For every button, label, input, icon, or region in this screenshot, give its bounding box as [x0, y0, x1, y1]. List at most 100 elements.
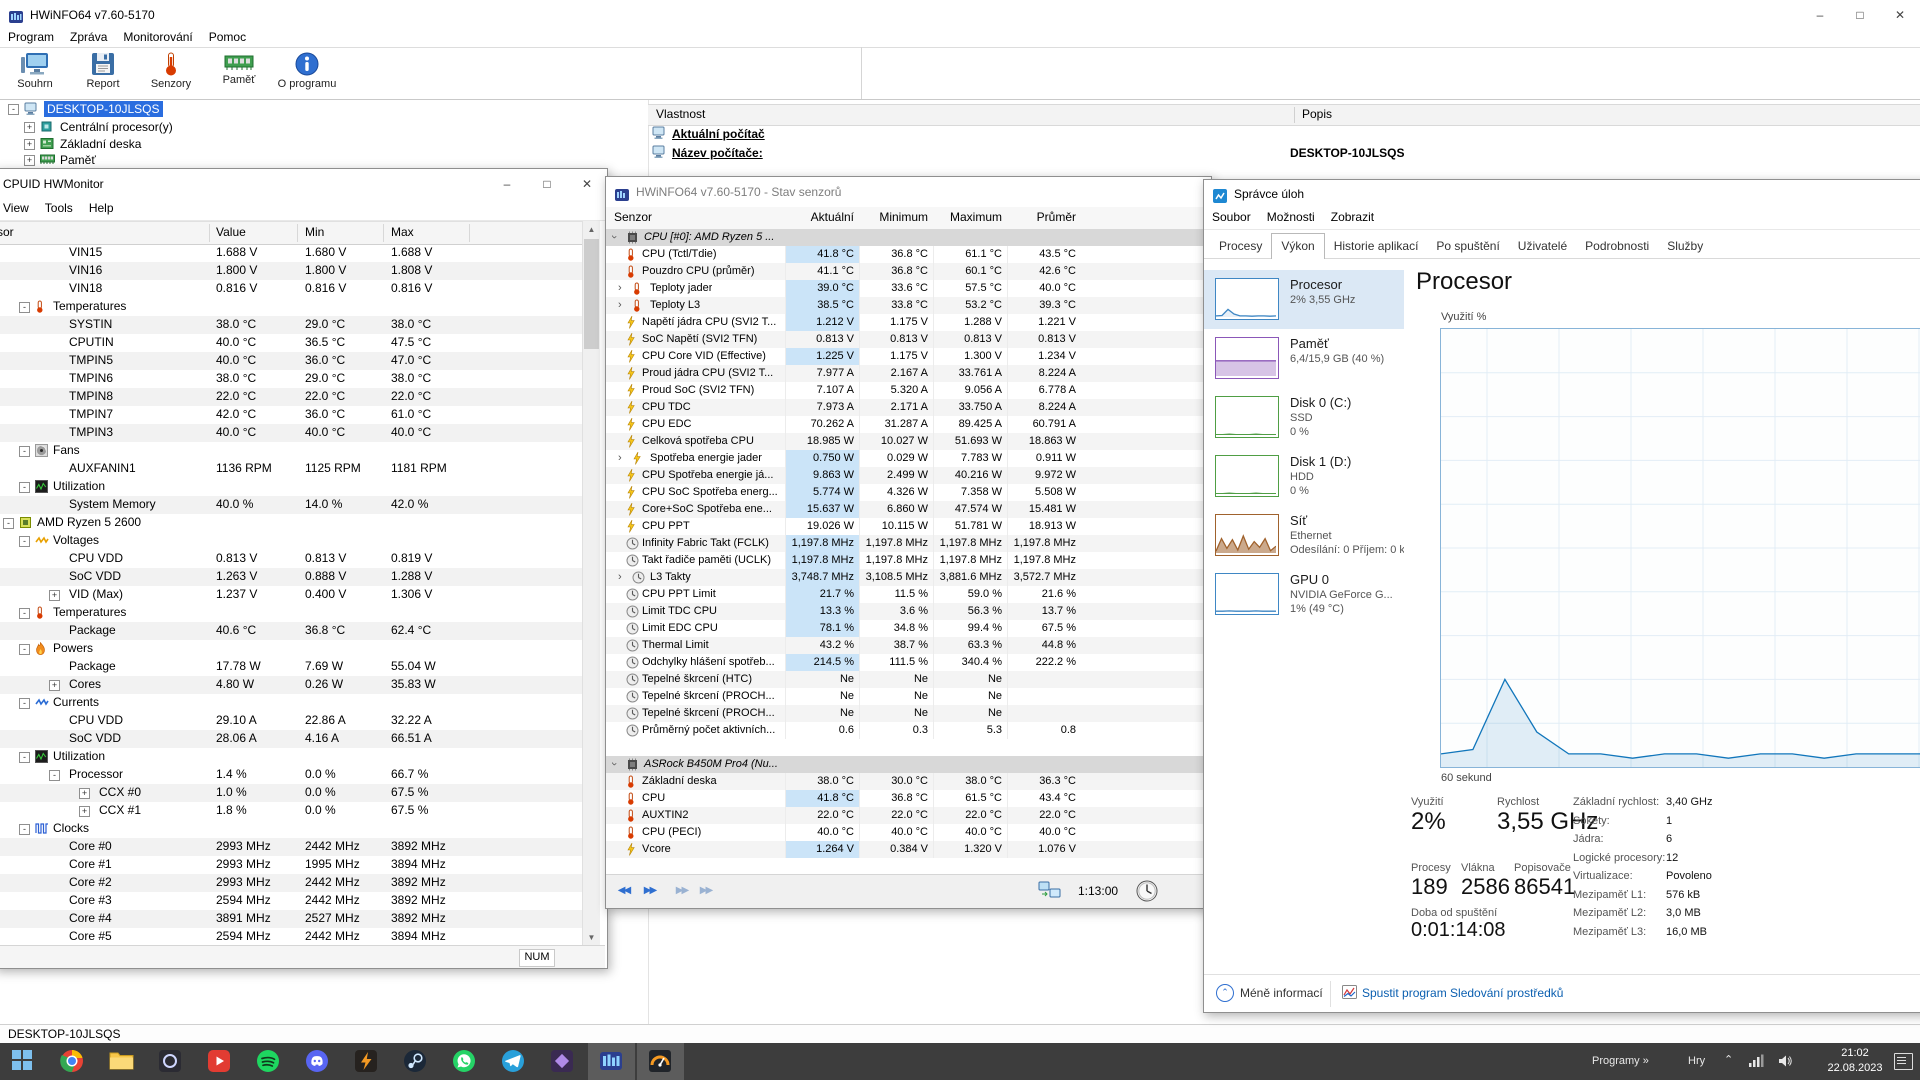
table-row[interactable]: Tepelné škrcení (HTC)NeNeNe: [606, 671, 1209, 688]
col-min[interactable]: Min: [305, 222, 324, 243]
table-row[interactable]: Package17.78 W7.69 W55.04 W: [0, 658, 583, 676]
tab-podrobnosti[interactable]: Podrobnosti: [1576, 234, 1658, 257]
taskbar-icon-spotify[interactable]: [245, 1043, 292, 1080]
table-row[interactable]: SoC Napětí (SVI2 TFN)0.813 V0.813 V0.813…: [606, 331, 1209, 348]
table-row[interactable]: Základní deska38.0 °C30.0 °C38.0 °C36.3 …: [606, 773, 1209, 790]
col-max[interactable]: Max: [391, 222, 414, 243]
taskbar-programs-label[interactable]: Programy »: [1592, 1055, 1649, 1067]
table-row[interactable]: Core #43891 MHz2527 MHz3892 MHz: [0, 910, 583, 928]
table-row[interactable]: Core #12993 MHz1995 MHz3894 MHz: [0, 856, 583, 874]
taskmgr-titlebar[interactable]: Správce úloh: [1204, 180, 1920, 208]
taskbar-clock[interactable]: 21:02 22.08.2023: [1816, 1046, 1894, 1076]
chevron-right-icon[interactable]: ›: [618, 297, 622, 313]
table-row[interactable]: CPU Core VID (Effective)1.225 V1.175 V1.…: [606, 348, 1209, 365]
hwinfo-menu-program[interactable]: Program: [0, 28, 62, 49]
table-row[interactable]: Proud jádra CPU (SVI2 T...7.977 A2.167 A…: [606, 365, 1209, 382]
sidebar-item-disk-1-d-[interactable]: Disk 1 (D:)HDD0 %: [1204, 447, 1404, 506]
toolbar-paměť[interactable]: Paměť: [206, 48, 272, 98]
taskbar-icon-chrome[interactable]: [49, 1043, 96, 1080]
table-row[interactable]: ›CPU [#0]: AMD Ryzen 5 ...: [606, 229, 1209, 246]
table-row[interactable]: CPU PPT Limit21.7 %11.5 %59.0 %21.6 %: [606, 586, 1209, 603]
volume-icon[interactable]: [1778, 1054, 1794, 1073]
sidebar-item-gpu-0[interactable]: GPU 0NVIDIA GeForce G...1% (49 °C): [1204, 565, 1404, 624]
hwinfo-menu-monitorování[interactable]: Monitorování: [115, 28, 200, 49]
table-row[interactable]: VIN161.800 V1.800 V1.808 V: [0, 262, 583, 280]
table-row[interactable]: Napětí jádra CPU (SVI2 T...1.212 V1.175 …: [606, 314, 1209, 331]
table-row[interactable]: +VID (Max)1.237 V0.400 V1.306 V: [0, 586, 583, 604]
table-row[interactable]: CPU PPT19.026 W10.115 W51.781 W18.913 W: [606, 518, 1209, 535]
expand-icon[interactable]: -: [19, 446, 30, 457]
expand-icon[interactable]: -: [19, 482, 30, 493]
expand-icon[interactable]: -: [3, 518, 14, 529]
sidebar-item-pam-[interactable]: Paměť6,4/15,9 GB (40 %): [1204, 329, 1404, 388]
table-row[interactable]: -Voltages: [0, 532, 583, 550]
table-row[interactable]: Celková spotřeba CPU18.985 W10.027 W51.6…: [606, 433, 1209, 450]
table-row[interactable]: Core+SoC Spotřeba ene...15.637 W6.860 W4…: [606, 501, 1209, 518]
table-row[interactable]: CPU VDD29.10 A22.86 A32.22 A: [0, 712, 583, 730]
taskbar-icon-discord[interactable]: [294, 1043, 341, 1080]
open-resource-monitor-link[interactable]: Spustit program Sledování prostředků: [1362, 986, 1563, 1000]
tab-po-spu-t-n-[interactable]: Po spuštění: [1427, 234, 1508, 257]
sidebar-item-disk-0-c-[interactable]: Disk 0 (C:)SSD0 %: [1204, 388, 1404, 447]
table-row[interactable]: -Temperatures: [0, 604, 583, 622]
minimize-icon[interactable]: –: [487, 169, 527, 199]
scrollbar-thumb[interactable]: [584, 239, 599, 349]
table-row[interactable]: +CCX #11.8 %0.0 %67.5 %: [0, 802, 583, 820]
nav-prev-icon[interactable]: ▶▶: [670, 880, 693, 903]
hwmonitor-menu-tools[interactable]: Tools: [37, 199, 81, 220]
table-row[interactable]: Takt řadiče paměti (UCLK)1,197.8 MHz1,19…: [606, 552, 1209, 569]
table-row[interactable]: TMPIN340.0 °C40.0 °C40.0 °C: [0, 424, 583, 442]
expand-icon[interactable]: -: [19, 608, 30, 619]
tab-procesy[interactable]: Procesy: [1210, 234, 1271, 257]
maximize-icon[interactable]: □: [527, 169, 567, 199]
hwinfo-menu-pomoc[interactable]: Pomoc: [201, 28, 254, 49]
hwmonitor-menu-view[interactable]: View: [0, 199, 37, 220]
network-icon[interactable]: [1748, 1054, 1764, 1073]
table-row[interactable]: CPU SoC Spotřeba energ...5.774 W4.326 W7…: [606, 484, 1209, 501]
table-row[interactable]: ›Teploty L338.5 °C33.8 °C53.2 °C39.3 °C: [606, 297, 1209, 314]
table-row[interactable]: Limit TDC CPU13.3 %3.6 %56.3 %13.7 %: [606, 603, 1209, 620]
taskbar-icon-telegram[interactable]: [490, 1043, 537, 1080]
table-row[interactable]: AUXTIN222.0 °C22.0 °C22.0 °C22.0 °C: [606, 807, 1209, 824]
clock-icon[interactable]: [1134, 878, 1160, 909]
table-row[interactable]: -Fans: [0, 442, 583, 460]
chevron-right-icon[interactable]: ›: [618, 569, 622, 585]
less-info-button[interactable]: Méně informací: [1240, 986, 1323, 1000]
close-icon[interactable]: ✕: [567, 169, 607, 199]
taskbar-icon-hwinfo[interactable]: [588, 1043, 635, 1080]
table-row[interactable]: TMPIN638.0 °C29.0 °C38.0 °C: [0, 370, 583, 388]
table-row[interactable]: Thermal Limit43.2 %38.7 %63.3 %44.8 %: [606, 637, 1209, 654]
expand-icon[interactable]: -: [19, 536, 30, 547]
table-row[interactable]: -Utilization: [0, 478, 583, 496]
maximize-icon[interactable]: □: [1840, 0, 1880, 30]
table-row[interactable]: Pouzdro CPU (průměr)41.1 °C36.8 °C60.1 °…: [606, 263, 1209, 280]
expand-icon[interactable]: -: [19, 824, 30, 835]
table-row[interactable]: ›ASRock B450M Pro4 (Nu...: [606, 756, 1209, 773]
nav-last-icon[interactable]: ▶▶: [638, 880, 661, 903]
nav-next-icon[interactable]: ▶▶: [694, 880, 717, 903]
table-row[interactable]: +Cores4.80 W0.26 W35.83 W: [0, 676, 583, 694]
toolbar-senzory[interactable]: Senzory: [138, 48, 204, 98]
sidebar-item-procesor[interactable]: Procesor2% 3,55 GHz: [1204, 270, 1404, 329]
table-row[interactable]: VIN180.816 V0.816 V0.816 V: [0, 280, 583, 298]
table-row[interactable]: CPU (PECI)40.0 °C40.0 °C40.0 °C40.0 °C: [606, 824, 1209, 841]
table-row[interactable]: Core #52594 MHz2442 MHz3894 MHz: [0, 928, 583, 946]
table-row[interactable]: SoC VDD28.06 A4.16 A66.51 A: [0, 730, 583, 748]
hwinfo-menu-zpráva[interactable]: Zpráva: [62, 28, 115, 49]
table-row[interactable]: TMPIN540.0 °C36.0 °C47.0 °C: [0, 352, 583, 370]
taskbar-icon-app-dark[interactable]: [147, 1043, 194, 1080]
table-row[interactable]: -Clocks: [0, 820, 583, 838]
col-vlastnost[interactable]: Vlastnost: [656, 105, 705, 124]
table-row[interactable]: Odchylky hlášení spotřeb...214.5 %111.5 …: [606, 654, 1209, 671]
action-center-icon[interactable]: [1894, 1053, 1913, 1070]
table-row[interactable]: Tepelné škrcení (PROCH...NeNeNe: [606, 705, 1209, 722]
scroll-up-icon[interactable]: ▲: [583, 221, 600, 238]
taskbar-icon-file-explorer[interactable]: [98, 1043, 145, 1080]
col-prumer[interactable]: Průměr: [1007, 207, 1076, 228]
table-row[interactable]: Proud SoC (SVI2 TFN)7.107 A5.320 A9.056 …: [606, 382, 1209, 399]
table-row[interactable]: Core #32594 MHz2442 MHz3892 MHz: [0, 892, 583, 910]
tab-v-kon[interactable]: Výkon: [1271, 233, 1324, 259]
taskmgr-menu-zobrazit[interactable]: Zobrazit: [1323, 208, 1382, 229]
tab-historie-aplikac-[interactable]: Historie aplikací: [1325, 234, 1428, 257]
table-row[interactable]: CPU Spotřeba energie já...9.863 W2.499 W…: [606, 467, 1209, 484]
